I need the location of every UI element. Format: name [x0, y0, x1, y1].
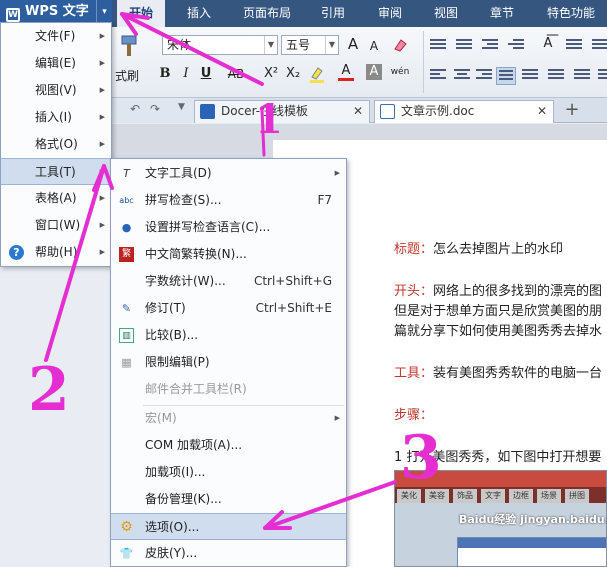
arrow-3 — [263, 480, 397, 530]
arrow-1 — [120, 12, 264, 86]
arrow-2 — [44, 164, 106, 362]
annotation-overlay — [44, 12, 397, 530]
annotation-label-2: 2 — [28, 355, 70, 425]
annotation-label-1: 1 — [255, 96, 283, 143]
annotation-label-3: 3 — [400, 423, 442, 493]
